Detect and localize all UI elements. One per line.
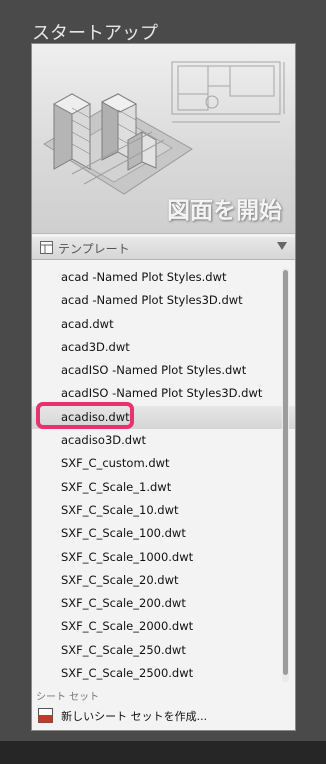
template-list-item[interactable]: acadiso.dwt <box>32 405 295 430</box>
template-list-item[interactable]: acadISO -Named Plot Styles3D.dwt <box>32 382 295 405</box>
template-list-item[interactable]: SXF_C_Scale_2000.dwt <box>32 615 295 638</box>
template-list: acad -Named Plot Styles.dwt acad -Named P… <box>32 266 295 684</box>
bottom-bar <box>0 741 326 764</box>
sheet-set-icon <box>38 708 53 723</box>
template-list-item[interactable]: SXF_C_Scale_1000.dwt <box>32 546 295 569</box>
template-list-item[interactable]: SXF_C_Scale_200.dwt <box>32 592 295 615</box>
template-list-item[interactable]: SXF_C_custom.dwt <box>32 452 295 475</box>
template-list-item[interactable]: acad.dwt <box>32 313 295 336</box>
template-icon <box>40 241 53 254</box>
scrollbar-thumb[interactable] <box>283 270 288 675</box>
template-list-item[interactable]: acad -Named Plot Styles.dwt <box>32 266 295 289</box>
start-drawing-label: 図面を開始 <box>167 198 282 224</box>
template-list-item[interactable]: acad3D.dwt <box>32 336 295 359</box>
template-list-item[interactable]: SXF_C_Scale_10.dwt <box>32 499 295 522</box>
template-list-item[interactable]: acadISO -Named Plot Styles.dwt <box>32 359 295 382</box>
start-drawing-tile[interactable]: 図面を開始 <box>32 44 295 234</box>
template-list-scrollbar[interactable] <box>282 268 289 682</box>
template-list-item[interactable]: SXF_C_Scale_20.dwt <box>32 569 295 592</box>
new-sheet-set-button[interactable]: 新しいシート セットを作成... <box>38 705 207 724</box>
template-list-item[interactable]: acad -Named Plot Styles3D.dwt <box>32 289 295 312</box>
template-list-item[interactable]: acadiso3D.dwt <box>32 429 295 452</box>
new-sheet-set-label: 新しいシート セットを作成... <box>61 709 208 723</box>
templates-label: テンプレート <box>58 242 130 256</box>
templates-dropdown[interactable]: テンプレート <box>32 237 295 260</box>
chevron-down-icon[interactable] <box>277 242 287 250</box>
startup-header-title: スタートアップ <box>32 23 158 44</box>
startup-panel: 図面を開始 テンプレート acad -Named Plot Styles.dwt… <box>31 43 296 731</box>
template-list-item[interactable]: SXF_C_Scale_1.dwt <box>32 476 295 499</box>
template-list-item[interactable]: SXF_C_Scale_250.dwt <box>32 639 295 662</box>
template-list-item[interactable]: SXF_C_Scale_2500.dwt <box>32 662 295 684</box>
template-list-item[interactable]: SXF_C_Scale_100.dwt <box>32 522 295 545</box>
sheet-set-section-label: シート セット <box>36 692 100 703</box>
